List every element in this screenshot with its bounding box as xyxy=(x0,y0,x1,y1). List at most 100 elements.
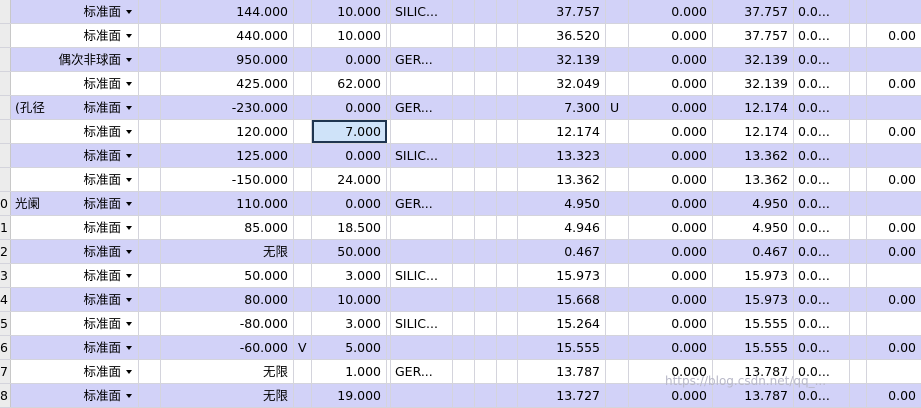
surface-row[interactable]: 标准面 144.000 10.000 SILIC... 37.757 0.000 37.75… xyxy=(0,0,921,24)
semi-aperture-solve-cell[interactable] xyxy=(606,144,629,167)
dropdown-arrow-icon[interactable] xyxy=(126,273,132,278)
chip-zone-cell[interactable]: 0.000 xyxy=(629,0,713,23)
comment-cell[interactable] xyxy=(11,264,48,287)
material-cell[interactable] xyxy=(391,288,453,311)
thickness-cell[interactable]: 18.500 xyxy=(312,216,387,239)
material-solve-cell[interactable] xyxy=(453,144,475,167)
coating-solve-cell[interactable] xyxy=(497,360,518,383)
mech-semi-aperture-cell[interactable]: 13.362 xyxy=(713,168,794,191)
type-solve-cell[interactable] xyxy=(139,264,161,287)
type-solve-cell[interactable] xyxy=(139,168,161,191)
mech-semi-aperture-cell[interactable]: 0.467 xyxy=(713,240,794,263)
surface-type-dropdown[interactable]: 标准面 xyxy=(48,96,139,119)
surface-row[interactable]: 7 标准面 无限 1.000 GER... 13.787 0.000 13.787 0.0... xyxy=(0,360,921,384)
thickness-cell[interactable]: 5.000 xyxy=(312,336,387,359)
surface-type-dropdown[interactable]: 标准面 xyxy=(48,288,139,311)
material-solve-cell[interactable] xyxy=(453,240,475,263)
radius-cell[interactable]: 950.000 xyxy=(161,48,294,71)
dropdown-arrow-icon[interactable] xyxy=(126,129,132,134)
conic-cell[interactable]: 0.0... xyxy=(794,168,850,191)
dropdown-arrow-icon[interactable] xyxy=(126,33,132,38)
coating-cell[interactable] xyxy=(475,96,497,119)
semi-aperture-solve-cell[interactable] xyxy=(606,336,629,359)
comment-cell[interactable] xyxy=(11,72,48,95)
coating-cell[interactable] xyxy=(475,240,497,263)
conic-solve-cell[interactable] xyxy=(850,216,867,239)
surface-type-dropdown[interactable]: 偶次非球面 xyxy=(48,48,139,71)
conic-cell[interactable]: 0.0... xyxy=(794,144,850,167)
radius-cell[interactable]: 50.000 xyxy=(161,264,294,287)
mech-semi-aperture-cell[interactable]: 15.555 xyxy=(713,336,794,359)
coating-solve-cell[interactable] xyxy=(497,264,518,287)
conic-cell[interactable]: 0.0... xyxy=(794,192,850,215)
comment-cell[interactable] xyxy=(11,312,48,335)
dropdown-arrow-icon[interactable] xyxy=(126,153,132,158)
radius-solve-cell[interactable] xyxy=(294,168,312,191)
surface-row[interactable]: 标准面 440.000 10.000 36.520 0.000 37.757 0.0... 0… xyxy=(0,24,921,48)
dropdown-arrow-icon[interactable] xyxy=(126,57,132,62)
dropdown-arrow-icon[interactable] xyxy=(126,369,132,374)
semi-aperture-cell[interactable]: 15.264 xyxy=(518,312,606,335)
semi-aperture-solve-cell[interactable] xyxy=(606,312,629,335)
mech-semi-aperture-cell[interactable]: 15.973 xyxy=(713,288,794,311)
semi-aperture-solve-cell[interactable] xyxy=(606,120,629,143)
semi-aperture-cell[interactable]: 12.174 xyxy=(518,120,606,143)
radius-solve-cell[interactable] xyxy=(294,96,312,119)
mech-semi-aperture-cell[interactable]: 12.174 xyxy=(713,120,794,143)
semi-aperture-solve-cell[interactable] xyxy=(606,48,629,71)
mech-semi-aperture-cell[interactable]: 32.139 xyxy=(713,48,794,71)
semi-aperture-cell[interactable]: 4.946 xyxy=(518,216,606,239)
radius-solve-cell[interactable] xyxy=(294,192,312,215)
material-cell[interactable]: GER... xyxy=(391,192,453,215)
semi-aperture-cell[interactable]: 36.520 xyxy=(518,24,606,47)
tce-cell[interactable] xyxy=(867,360,921,383)
chip-zone-cell[interactable]: 0.000 xyxy=(629,240,713,263)
material-cell[interactable] xyxy=(391,216,453,239)
surface-type-dropdown[interactable]: 标准面 xyxy=(48,336,139,359)
comment-cell[interactable] xyxy=(11,48,48,71)
surface-type-dropdown[interactable]: 标准面 xyxy=(48,360,139,383)
conic-solve-cell[interactable] xyxy=(850,336,867,359)
material-cell[interactable]: SILIC... xyxy=(391,144,453,167)
dropdown-arrow-icon[interactable] xyxy=(126,249,132,254)
comment-cell[interactable] xyxy=(11,0,48,23)
dropdown-arrow-icon[interactable] xyxy=(126,177,132,182)
radius-solve-cell[interactable] xyxy=(294,48,312,71)
semi-aperture-cell[interactable]: 13.787 xyxy=(518,360,606,383)
surface-row[interactable]: 标准面 -150.000 24.000 13.362 0.000 13.362 0.0...… xyxy=(0,168,921,192)
thickness-cell[interactable]: 62.000 xyxy=(312,72,387,95)
material-solve-cell[interactable] xyxy=(453,0,475,23)
coating-solve-cell[interactable] xyxy=(497,336,518,359)
semi-aperture-cell[interactable]: 0.467 xyxy=(518,240,606,263)
tce-cell[interactable] xyxy=(867,312,921,335)
conic-cell[interactable]: 0.0... xyxy=(794,240,850,263)
mech-semi-aperture-cell[interactable]: 4.950 xyxy=(713,192,794,215)
type-solve-cell[interactable] xyxy=(139,192,161,215)
conic-solve-cell[interactable] xyxy=(850,288,867,311)
comment-cell[interactable] xyxy=(11,120,48,143)
radius-cell[interactable]: 144.000 xyxy=(161,0,294,23)
tce-cell[interactable]: 0.00 xyxy=(867,168,921,191)
surface-row[interactable]: 3 标准面 50.000 3.000 SILIC... 15.973 0.000 15.973… xyxy=(0,264,921,288)
radius-solve-cell[interactable] xyxy=(294,120,312,143)
type-solve-cell[interactable] xyxy=(139,288,161,311)
material-solve-cell[interactable] xyxy=(453,192,475,215)
semi-aperture-cell[interactable]: 4.950 xyxy=(518,192,606,215)
type-solve-cell[interactable] xyxy=(139,72,161,95)
chip-zone-cell[interactable]: 0.000 xyxy=(629,96,713,119)
semi-aperture-cell[interactable]: 13.323 xyxy=(518,144,606,167)
mech-semi-aperture-cell[interactable]: 4.950 xyxy=(713,216,794,239)
conic-cell[interactable]: 0.0... xyxy=(794,24,850,47)
semi-aperture-solve-cell[interactable] xyxy=(606,264,629,287)
mech-semi-aperture-cell[interactable]: 13.787 xyxy=(713,360,794,383)
chip-zone-cell[interactable]: 0.000 xyxy=(629,48,713,71)
radius-solve-cell[interactable]: V xyxy=(294,336,312,359)
surface-row[interactable]: 6 标准面 -60.000 V 5.000 15.555 0.000 15.555 0.0...… xyxy=(0,336,921,360)
surface-row[interactable]: 标准面 425.000 62.000 32.049 0.000 32.139 0.0... 0… xyxy=(0,72,921,96)
conic-solve-cell[interactable] xyxy=(850,72,867,95)
tce-cell[interactable] xyxy=(867,48,921,71)
material-cell[interactable]: GER... xyxy=(391,360,453,383)
type-solve-cell[interactable] xyxy=(139,120,161,143)
dropdown-arrow-icon[interactable] xyxy=(126,297,132,302)
coating-solve-cell[interactable] xyxy=(497,72,518,95)
